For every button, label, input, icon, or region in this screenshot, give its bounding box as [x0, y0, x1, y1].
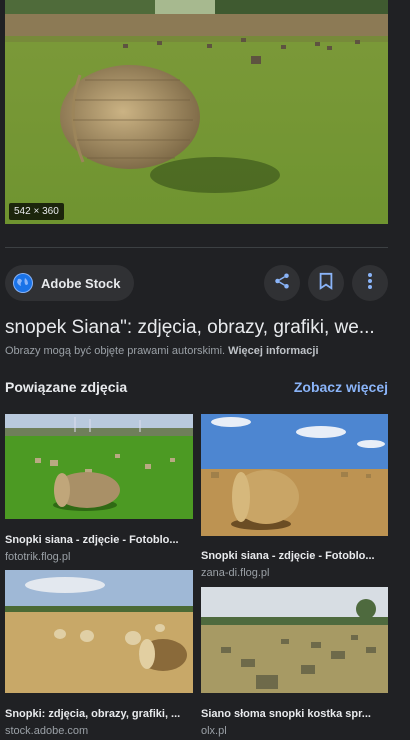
- related-title: Snopki: zdjęcia, obrazy, grafiki, ...: [5, 708, 181, 720]
- related-thumbnail[interactable]: [201, 414, 388, 541]
- share-button[interactable]: [264, 265, 300, 301]
- related-title: Snopki siana - zdjęcie - Fotoblo...: [201, 550, 375, 562]
- related-card[interactable]: Snopki siana - zdjęcie - Fotoblo... zana…: [201, 414, 388, 579]
- main-image[interactable]: 542 × 360: [5, 0, 388, 224]
- more-button[interactable]: [352, 265, 388, 301]
- related-title: Snopki siana - zdjęcie - Fotoblo...: [5, 534, 179, 546]
- image-dimensions-badge: 542 × 360: [9, 203, 64, 220]
- related-source: olx.pl: [201, 725, 227, 737]
- related-card[interactable]: Siano słoma snopki kostka spr... olx.pl: [201, 587, 388, 737]
- result-title[interactable]: snopek Siana": zdjęcia, obrazy, grafiki,…: [5, 317, 405, 339]
- related-thumbnail[interactable]: [5, 570, 193, 698]
- related-thumbnail[interactable]: [201, 587, 388, 698]
- related-card[interactable]: Snopki: zdjęcia, obrazy, grafiki, ... st…: [5, 570, 193, 737]
- bookmark-icon: [318, 272, 334, 295]
- related-source: fototrik.flog.pl: [5, 551, 71, 563]
- share-icon: [273, 272, 291, 295]
- globe-icon: [13, 273, 33, 293]
- source-chip-adobe-stock[interactable]: Adobe Stock: [5, 265, 135, 301]
- related-heading: Powiązane zdjęcia: [5, 379, 128, 395]
- copyright-text: Obrazy mogą być objęte prawami autorskim…: [5, 345, 229, 357]
- divider: [5, 247, 388, 248]
- more-vert-icon: [367, 272, 373, 295]
- related-title: Siano słoma snopki kostka spr...: [201, 708, 371, 720]
- related-source: stock.adobe.com: [5, 725, 89, 737]
- related-card[interactable]: Snopki siana - zdjęcie - Fotoblo... foto…: [5, 414, 193, 563]
- source-name: Adobe Stock: [41, 275, 121, 291]
- related-source: zana-di.flog.pl: [201, 567, 270, 579]
- related-thumbnail[interactable]: [5, 414, 193, 524]
- see-more-link[interactable]: Zobacz więcej: [294, 379, 388, 395]
- copyright-notice: Obrazy mogą być objęte prawami autorskim…: [5, 345, 319, 357]
- more-info-link[interactable]: Więcej informacji: [228, 345, 318, 357]
- save-button[interactable]: [308, 265, 344, 301]
